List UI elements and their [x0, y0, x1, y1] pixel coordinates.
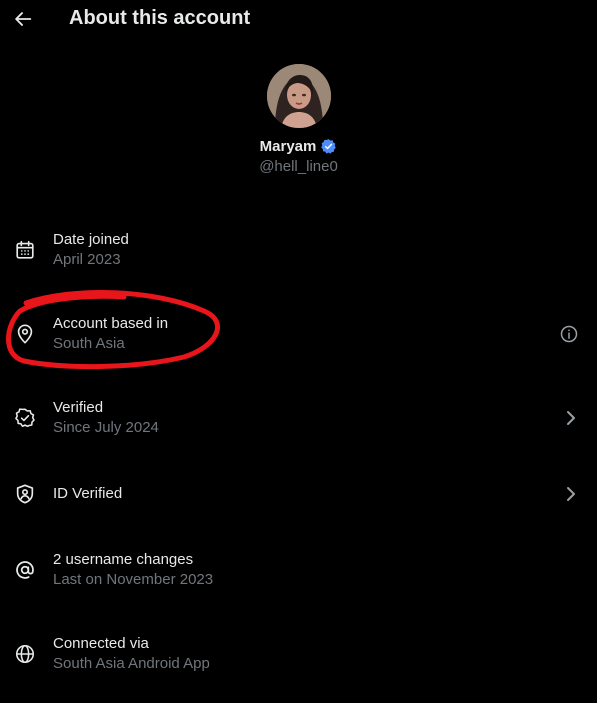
calendar-icon — [14, 239, 36, 261]
info-row-id-verified[interactable]: ID Verified — [0, 464, 597, 524]
info-icon[interactable] — [559, 324, 579, 344]
username-handle: @hell_line0 — [259, 158, 338, 175]
username-changes-label: 2 username changes — [53, 551, 194, 568]
verified-badge-icon — [320, 138, 337, 155]
connected-via-value: South Asia Android App — [53, 655, 210, 672]
info-row-account-based-in: Account based in South Asia — [0, 304, 597, 364]
chevron-right-icon[interactable] — [561, 484, 577, 504]
globe-icon — [14, 643, 36, 665]
at-sign-icon — [14, 559, 36, 581]
verified-value: Since July 2024 — [53, 419, 159, 436]
account-based-in-label: Account based in — [53, 315, 169, 332]
verified-badge-outline-icon — [14, 407, 36, 429]
date-joined-label: Date joined — [53, 231, 129, 248]
info-row-connected-via: Connected via South Asia Android App — [0, 624, 597, 684]
account-based-in-value: South Asia — [53, 335, 125, 352]
chevron-right-icon[interactable] — [561, 408, 577, 428]
id-shield-icon — [14, 483, 36, 505]
avatar[interactable] — [266, 64, 331, 128]
info-row-username-changes: 2 username changes Last on November 2023 — [0, 540, 597, 600]
info-row-verified[interactable]: Verified Since July 2024 — [0, 388, 597, 448]
back-button[interactable] — [12, 8, 34, 30]
username-changes-value: Last on November 2023 — [53, 571, 214, 588]
profile-summary: Maryam @hell_line0 — [0, 64, 597, 175]
display-name: Maryam — [259, 137, 317, 155]
connected-via-label: Connected via — [53, 635, 149, 652]
id-verified-label: ID Verified — [53, 485, 123, 502]
verified-label: Verified — [53, 399, 104, 416]
header: About this account — [0, 0, 597, 38]
page-title: About this account — [69, 7, 251, 29]
info-row-date-joined: Date joined April 2023 — [0, 220, 597, 280]
arrow-left-icon — [15, 12, 32, 26]
location-pin-icon — [14, 323, 36, 345]
date-joined-value: April 2023 — [53, 251, 121, 268]
